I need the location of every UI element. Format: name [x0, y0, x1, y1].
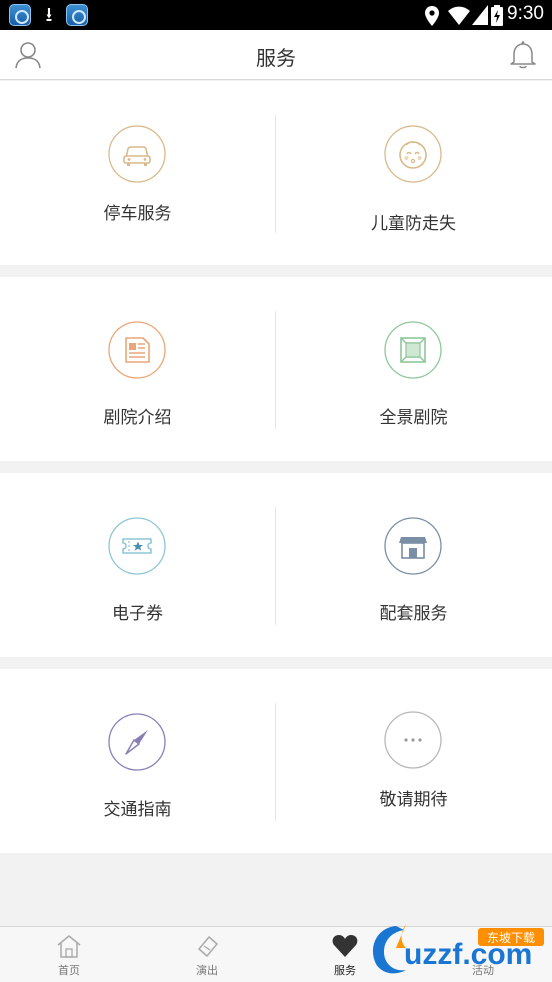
- service-section-4: 交通指南 敬请期待: [0, 669, 552, 853]
- clock-time: 9:30: [507, 3, 544, 24]
- service-amenities[interactable]: 配套服务: [276, 473, 551, 657]
- ticket-icon: [108, 517, 166, 575]
- nav-tab-shows[interactable]: 演出: [138, 927, 276, 982]
- battery-icon: [491, 5, 503, 26]
- car-icon: [108, 125, 166, 183]
- service-section-1: 停车服务 儿童防走失: [0, 81, 552, 265]
- nav-tab-home[interactable]: 首页: [0, 927, 138, 982]
- heart-icon: [332, 935, 358, 957]
- service-label: 配套服务: [379, 604, 448, 624]
- service-label: 交通指南: [103, 800, 172, 820]
- page-title: 服务: [256, 46, 296, 70]
- service-panorama[interactable]: 全景剧院: [276, 277, 551, 461]
- service-label: 停车服务: [103, 204, 172, 224]
- nav-label: 首页: [58, 964, 80, 977]
- home-icon: [57, 935, 81, 958]
- service-label: 电子券: [112, 604, 163, 624]
- service-label: 儿童防走失: [371, 214, 456, 234]
- more-icon: [384, 711, 442, 769]
- location-icon: [425, 6, 439, 26]
- baby-face-icon: [384, 125, 442, 183]
- service-traffic-guide[interactable]: 交通指南: [0, 669, 275, 853]
- watermark-tag: 东坡下载: [487, 931, 535, 945]
- app-notification-icon: [66, 4, 88, 26]
- service-child-safety[interactable]: 儿童防走失: [276, 81, 551, 265]
- store-icon: [384, 517, 442, 575]
- service-coming-soon[interactable]: 敬请期待: [276, 669, 551, 853]
- service-parking[interactable]: 停车服务: [0, 81, 275, 265]
- app-header: 服务: [0, 30, 552, 80]
- bell-icon[interactable]: [510, 40, 536, 70]
- app-notification-icon: [9, 4, 31, 26]
- panorama-icon: [384, 321, 442, 379]
- ticket-stub-icon: [198, 936, 218, 957]
- wifi-icon: [448, 6, 470, 25]
- service-label: 敬请期待: [379, 790, 448, 810]
- uzzf-watermark-logo: uzzf.com 东坡下载: [372, 924, 544, 974]
- service-label: 剧院介绍: [103, 408, 172, 428]
- compass-icon: [108, 713, 166, 771]
- status-bar: ⭳ 9:30: [0, 0, 552, 30]
- nav-label: 演出: [196, 964, 218, 977]
- service-section-3: 电子券 配套服务: [0, 473, 552, 657]
- service-theater-intro[interactable]: 剧院介绍: [0, 277, 275, 461]
- download-icon: ⭳: [45, 2, 53, 26]
- service-e-coupon[interactable]: 电子券: [0, 473, 275, 657]
- signal-icon: [472, 5, 488, 25]
- document-icon: [108, 321, 166, 379]
- service-section-2: 剧院介绍 全景剧院: [0, 277, 552, 461]
- service-label: 全景剧院: [379, 408, 448, 428]
